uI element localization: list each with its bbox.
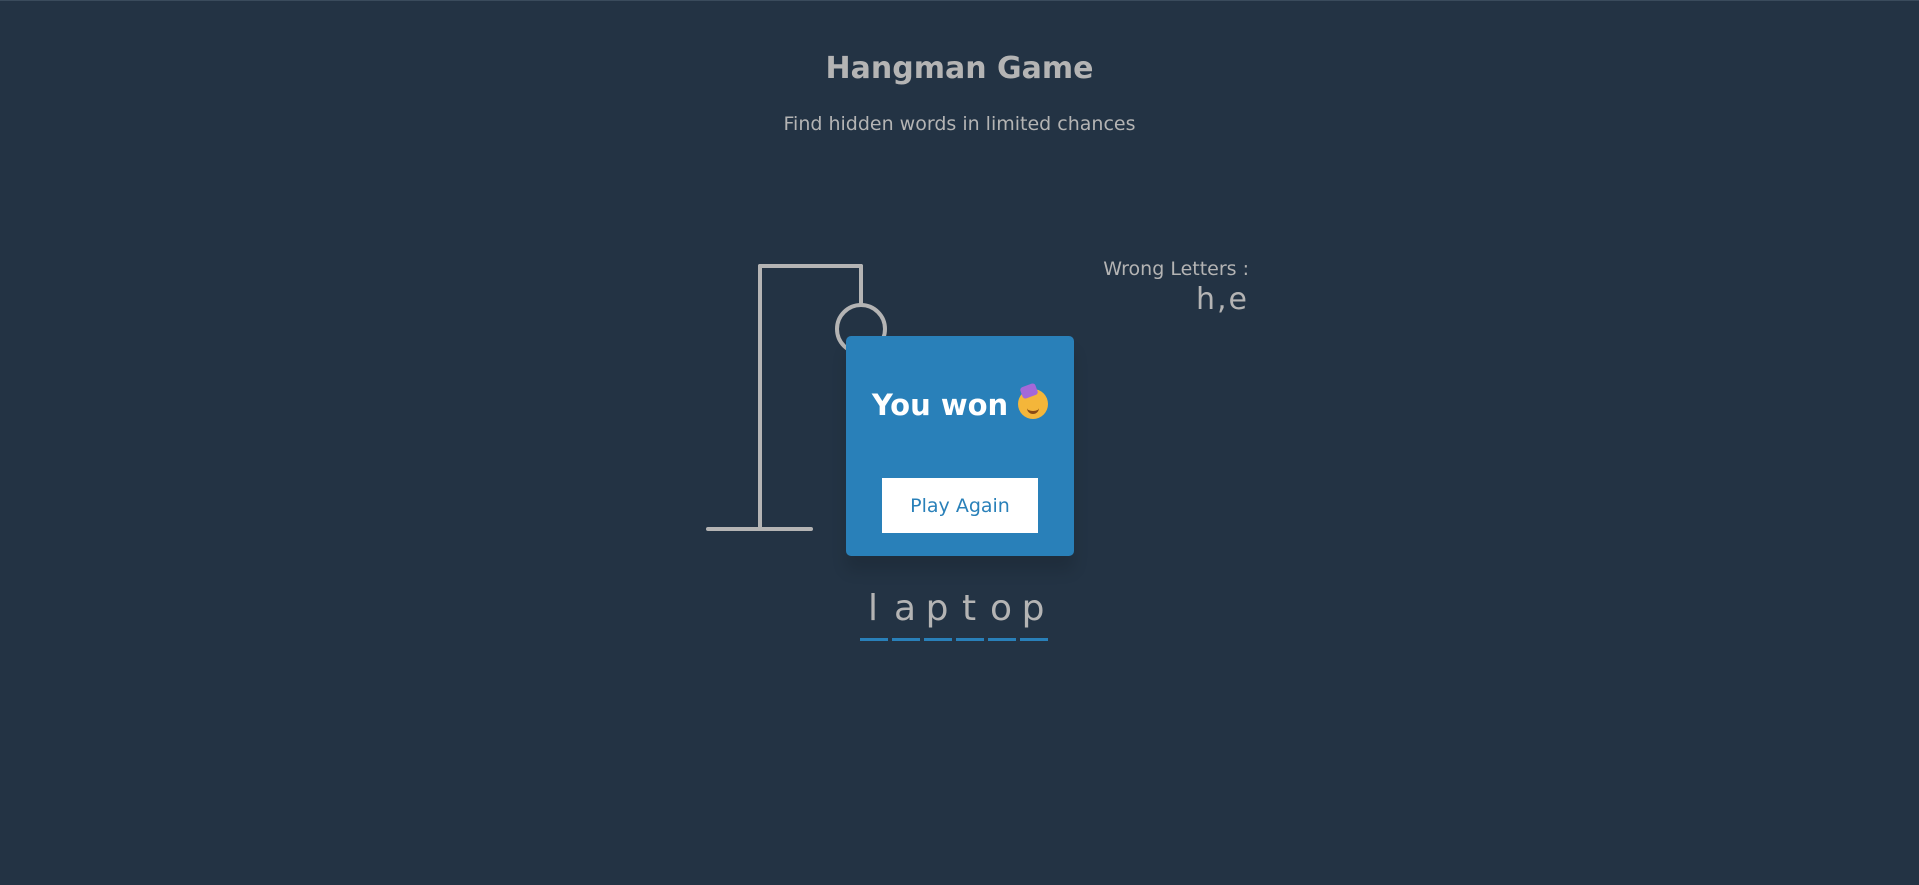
result-popup: You won Play Again [846, 336, 1074, 556]
wrong-letter: e [1228, 282, 1249, 317]
play-again-button[interactable]: Play Again [882, 478, 1038, 533]
wrong-letters-list: h,e [1047, 282, 1249, 317]
result-text: You won [871, 388, 1009, 422]
wrong-letter-separator: , [1216, 282, 1229, 317]
word-letter: o [988, 585, 1016, 641]
word-letter: a [892, 585, 920, 641]
wrong-letters-panel: Wrong Letters : h,e [1047, 258, 1249, 317]
game-page: Hangman Game Find hidden words in limite… [0, 0, 1919, 885]
word-letter: p [924, 585, 952, 641]
wrong-letters-label: Wrong Letters : [1103, 258, 1249, 280]
word-letter: t [956, 585, 984, 641]
partying-face-icon [1018, 389, 1049, 419]
result-message: You won [846, 388, 1074, 422]
word-letter: p [1020, 585, 1048, 641]
word-display: laptop [860, 585, 1060, 645]
page-title: Hangman Game [825, 51, 1094, 86]
word-letter: l [860, 585, 888, 641]
wrong-letter: h [1195, 282, 1217, 317]
page-subtitle: Find hidden words in limited chances [783, 113, 1136, 135]
